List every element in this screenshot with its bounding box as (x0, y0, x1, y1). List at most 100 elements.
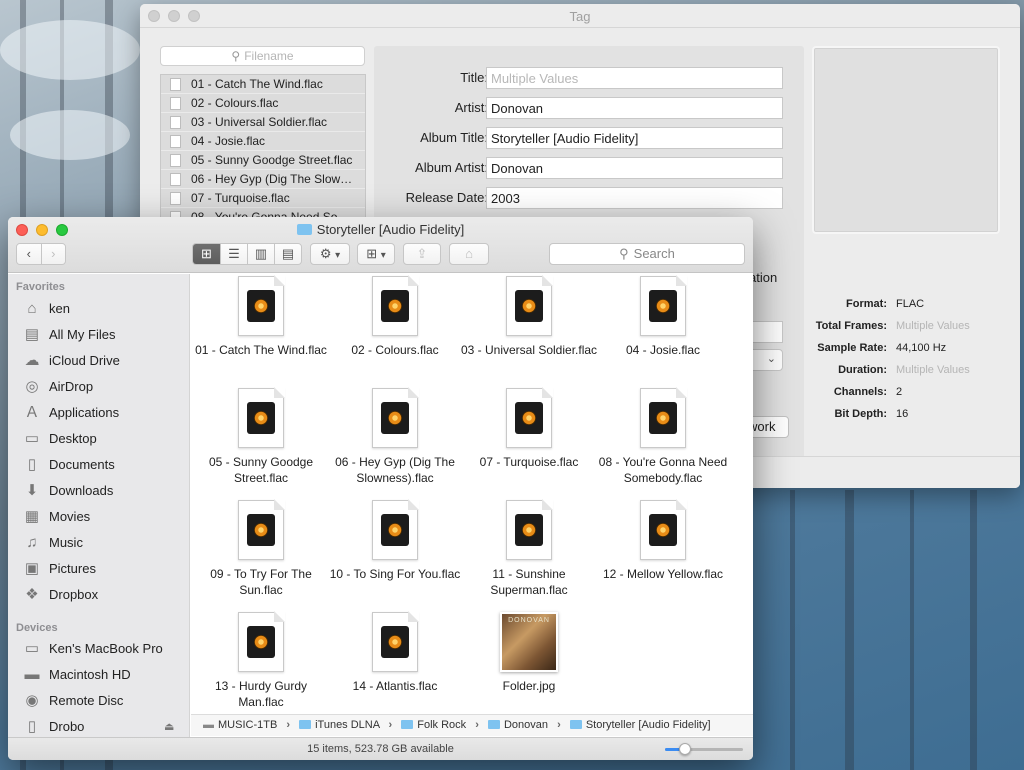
coverflow-view-icon[interactable]: ▤ (275, 244, 301, 264)
document-icon (170, 135, 181, 148)
path-separator-icon: › (475, 719, 479, 731)
arrange-button[interactable]: ⊞ ▾ (357, 243, 395, 265)
tags-button[interactable]: ⌂ (449, 243, 489, 265)
artist-label: Artist: (454, 100, 488, 115)
file-row[interactable]: 06 - Hey Gyp (Dig The Slow… (161, 170, 365, 189)
file-name: 05 - Sunny Goodge Street.flac (208, 455, 314, 485)
sidebar-item-airdrop[interactable]: ◎ AirDrop (8, 376, 189, 400)
album-title-row: Album Title: Storyteller [Audio Fidelity… (374, 127, 804, 149)
file-name: 07 - Turquoise.flac (479, 455, 579, 469)
file-name: 03 - Universal Soldier.flac (460, 343, 598, 357)
sidebar-item-downloads[interactable]: ⬇ Downloads (8, 480, 189, 504)
share-icon: ⇪ (416, 246, 428, 261)
flac-file-icon (640, 387, 687, 448)
list-view-icon[interactable]: ☰ (221, 244, 248, 264)
share-button[interactable]: ⇪ (403, 243, 441, 265)
sidebar-item-ken[interactable]: ⌂ ken (8, 298, 189, 322)
file-row[interactable]: 05 - Sunny Goodge Street.flac (161, 151, 365, 170)
file-item[interactable]: 06 - Hey Gyp (Dig The Slowness).flac (325, 387, 465, 486)
search-icon: ⚲ (231, 49, 241, 63)
filename-search-input[interactable]: ⚲ Filename (160, 46, 365, 66)
file-item[interactable]: 07 - Turquoise.flac (459, 387, 599, 470)
column-view-icon[interactable]: ▥ (248, 244, 275, 264)
file-item[interactable]: 08 - You're Gonna Need Somebody.flac (593, 387, 733, 486)
eject-icon[interactable]: ⏏ (164, 716, 174, 737)
sidebar-item-icloud-drive[interactable]: ☁ iCloud Drive (8, 350, 189, 374)
search-field[interactable]: ⚲ Search (549, 243, 745, 265)
search-placeholder: Search (633, 246, 675, 261)
file-name: Folder.jpg (502, 679, 556, 693)
icon-view-icon[interactable]: ⊞ (193, 244, 221, 264)
finder-sidebar: Favorites ⌂ ken ▤ All My Files ☁ iCloud Dri… (8, 274, 190, 737)
slider-knob[interactable] (679, 743, 692, 755)
file-row[interactable]: 03 - Universal Soldier.flac (161, 113, 365, 132)
path-item[interactable]: iTunes DLNA (315, 719, 379, 731)
sidebar-item-pictures[interactable]: ▣ Pictures (8, 558, 189, 582)
file-item[interactable]: 01 - Catch The Wind.flac (191, 275, 331, 358)
file-item[interactable]: 12 - Mellow Yellow.flac (593, 499, 733, 582)
sidebar-item-music[interactable]: ♫ Music (8, 532, 189, 556)
file-item[interactable]: 09 - To Try For The Sun.flac (191, 499, 331, 598)
album-artist-field[interactable]: Donovan (486, 157, 783, 179)
file-row[interactable]: 01 - Catch The Wind.flac (161, 75, 365, 94)
file-list[interactable]: 01 - Catch The Wind.flac 02 - Colours.fl… (160, 74, 366, 224)
sidebar-item-drobo[interactable]: ▯ Drobo ⏏ (8, 716, 189, 737)
sidebar-item-macbook[interactable]: ▭ Ken's MacBook Pro (8, 638, 189, 662)
file-row[interactable]: 04 - Josie.flac (161, 132, 365, 151)
downloads-icon: ⬇ (25, 482, 39, 499)
sidebar-item-all-my-files[interactable]: ▤ All My Files (8, 324, 189, 348)
artist-row: Artist: Donovan (374, 97, 804, 119)
chevron-down-icon: ▾ (380, 250, 386, 261)
sidebar-item-remote-disc[interactable]: ◉ Remote Disc (8, 690, 189, 714)
view-mode-control: ⊞ ☰ ▥ ▤ (192, 243, 302, 265)
file-row[interactable]: 07 - Turquoise.flac (161, 189, 365, 208)
finder-toolbar: Storyteller [Audio Fidelity] ‹ › ⊞ ☰ ▥ ▤… (8, 217, 753, 273)
file-row[interactable]: 02 - Colours.flac (161, 94, 365, 113)
sidebar-item-applications[interactable]: Ａ Applications (8, 402, 189, 426)
file-item[interactable]: 05 - Sunny Goodge Street.flac (191, 387, 331, 486)
flac-file-icon (372, 275, 419, 336)
file-item[interactable]: 03 - Universal Soldier.flac (459, 275, 599, 358)
release-date-field[interactable]: 2003 (486, 187, 783, 209)
file-item[interactable]: 04 - Josie.flac (593, 275, 733, 358)
file-item[interactable]: 14 - Atlantis.flac (325, 611, 465, 694)
favorites-heading: Favorites (16, 281, 65, 293)
artist-field[interactable]: Donovan (486, 97, 783, 119)
path-item[interactable]: Donovan (504, 719, 548, 731)
sidebar-item-desktop[interactable]: ▭ Desktop (8, 428, 189, 452)
applications-icon: Ａ (24, 404, 40, 421)
chevron-down-icon: ⌄ (766, 353, 776, 365)
file-icon-grid: 01 - Catch The Wind.flac 02 - Colours.fla… (191, 274, 753, 714)
artwork-well[interactable] (812, 46, 1000, 234)
album-title-field[interactable]: Storyteller [Audio Fidelity] (486, 127, 783, 149)
folder-icon (487, 720, 500, 729)
title-field[interactable]: Multiple Values (486, 67, 783, 89)
status-bar: 15 items, 523.78 GB available (8, 737, 753, 760)
path-item[interactable]: Storyteller [Audio Fidelity] (586, 719, 711, 731)
file-item[interactable]: 11 - Sunshine Superman.flac (459, 499, 599, 598)
sidebar-item-dropbox[interactable]: ❖ Dropbox (8, 584, 189, 608)
file-name: 10 - To Sing For You.flac (329, 567, 461, 581)
forward-button[interactable]: › (41, 244, 65, 264)
dropbox-icon: ❖ (25, 586, 39, 603)
info-total-frames: Total Frames: Multiple Values (815, 320, 970, 332)
drive-icon: ▬ (203, 719, 214, 731)
info-format: Format: FLAC (846, 298, 925, 310)
icon-size-slider[interactable] (665, 743, 743, 755)
back-button[interactable]: ‹ (17, 244, 42, 264)
file-item[interactable]: DONOVAN Folder.jpg (459, 612, 599, 694)
file-item[interactable]: 02 - Colours.flac (325, 275, 465, 358)
thumbnail-text: DONOVAN (508, 617, 550, 624)
flac-file-icon (372, 611, 419, 672)
path-item[interactable]: MUSIC-1TB (218, 719, 277, 731)
path-item[interactable]: Folk Rock (417, 719, 466, 731)
sidebar-item-movies[interactable]: ▦ Movies (8, 506, 189, 530)
file-item[interactable]: 10 - To Sing For You.flac (325, 499, 465, 582)
sidebar-item-macintosh-hd[interactable]: ▬ Macintosh HD (8, 664, 189, 688)
path-separator-icon: › (388, 719, 393, 731)
album-title-label: Album Title: (420, 130, 488, 145)
action-gear-button[interactable]: ⚙ ▾ (310, 243, 350, 265)
sidebar-item-documents[interactable]: ▯ Documents (8, 454, 189, 478)
flac-file-icon (506, 499, 553, 560)
file-item[interactable]: 13 - Hurdy Gurdy Man.flac (191, 611, 331, 710)
